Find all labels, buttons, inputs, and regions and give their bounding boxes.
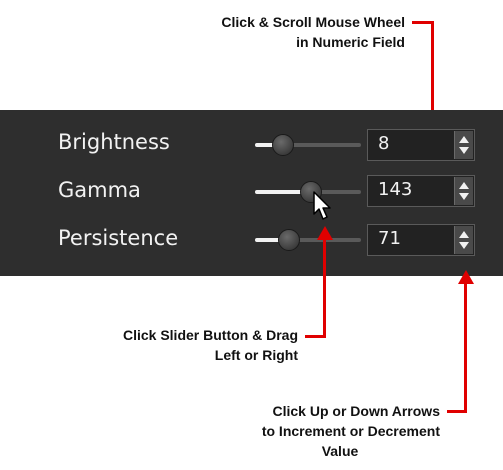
callout-scroll-line1: Click & Scroll Mouse Wheel (221, 14, 405, 30)
leader-scroll-vertical (431, 21, 434, 121)
persistence-numeric-field[interactable]: 71 (367, 224, 475, 256)
persistence-up-arrow-icon[interactable] (459, 231, 469, 238)
brightness-up-arrow-icon[interactable] (459, 136, 469, 143)
leader-arrows-horizontal (447, 410, 467, 413)
gamma-spin-buttons[interactable] (454, 177, 473, 205)
callout-slider-line2: Left or Right (214, 347, 298, 363)
callout-scroll-line2: in Numeric Field (296, 34, 405, 50)
callout-scroll-wheel: Click & Scroll Mouse Wheel in Numeric Fi… (150, 12, 405, 52)
gamma-label: Gamma (58, 178, 141, 202)
callout-arrows-line1: Click Up or Down Arrows (272, 403, 440, 419)
brightness-label: Brightness (58, 130, 170, 154)
control-panel: Brightness 8 Gamma 143 Persistence 71 (0, 110, 503, 276)
leader-slider-horizontal (305, 335, 326, 338)
callout-slider-line1: Click Slider Button & Drag (122, 327, 298, 343)
callout-arrows-line2: to Increment or Decrement (261, 423, 440, 439)
leader-arrows-vertical (464, 282, 467, 413)
brightness-slider-track[interactable] (283, 143, 361, 147)
persistence-spin-buttons[interactable] (454, 226, 473, 254)
gamma-down-arrow-icon[interactable] (459, 193, 469, 200)
callout-slider: Click Slider Button & Drag Left or Right (40, 325, 298, 365)
gamma-value[interactable]: 143 (378, 179, 412, 200)
gamma-up-arrow-icon[interactable] (459, 182, 469, 189)
callout-arrows-line3: Value (321, 443, 359, 459)
brightness-spin-buttons[interactable] (454, 131, 473, 159)
brightness-down-arrow-icon[interactable] (459, 147, 469, 154)
brightness-numeric-field[interactable]: 8 (367, 129, 475, 161)
persistence-down-arrow-icon[interactable] (459, 242, 469, 249)
brightness-value[interactable]: 8 (378, 133, 389, 154)
mouse-pointer-icon (313, 191, 331, 220)
gamma-numeric-field[interactable]: 143 (367, 175, 475, 207)
callout-arrows: Click Up or Down Arrows to Increment or … (180, 401, 440, 461)
persistence-value[interactable]: 71 (378, 228, 401, 249)
persistence-slider-knob[interactable] (278, 229, 300, 251)
persistence-label: Persistence (58, 226, 179, 250)
brightness-slider-knob[interactable] (272, 134, 294, 156)
leader-slider-vertical (323, 238, 326, 338)
